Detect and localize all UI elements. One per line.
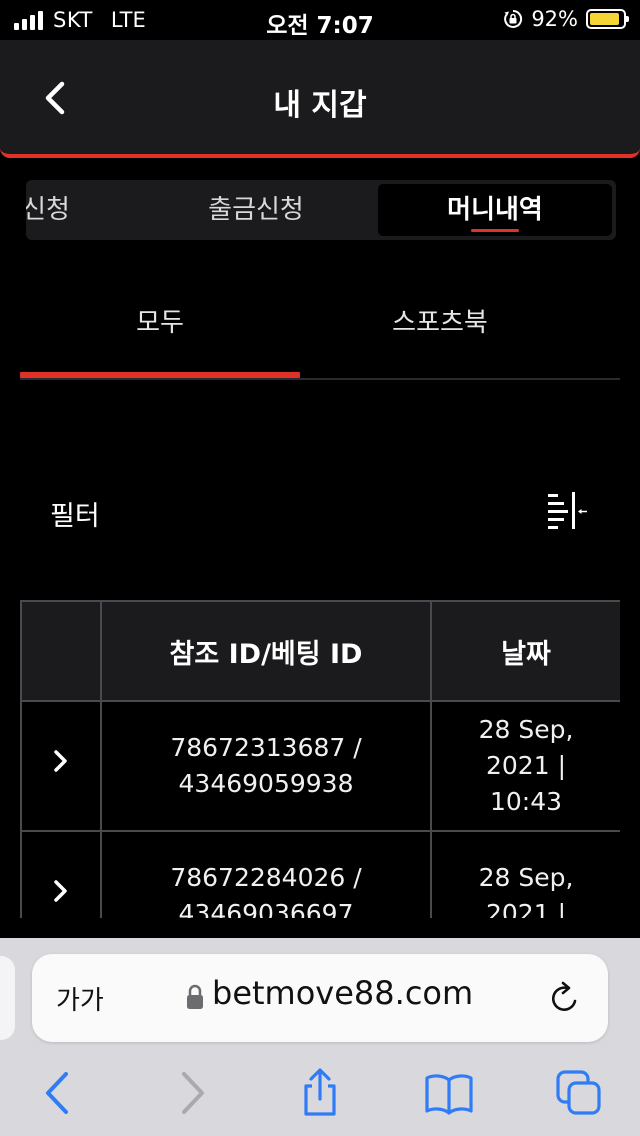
tab-deposit-request[interactable]: 신청 (26, 180, 86, 240)
date-cell: 28 Sep, 2021 | (430, 830, 620, 918)
date-year: 2021 | (486, 751, 566, 780)
date-time: 10:43 (489, 787, 563, 816)
header-expand (20, 600, 102, 702)
table-header-row: 참조 ID/베팅 ID 날짜 (20, 600, 620, 702)
bookmarks-icon[interactable] (424, 1068, 474, 1118)
reload-icon[interactable] (548, 980, 582, 1016)
date-cell: 28 Sep, 2021 | 10:43 (430, 700, 620, 832)
chevron-right-icon[interactable] (51, 747, 71, 775)
share-icon[interactable] (295, 1068, 345, 1118)
battery-percentage: 92% (531, 7, 578, 31)
battery-fill (590, 13, 620, 25)
chevron-right-icon[interactable] (51, 877, 71, 905)
status-bar: SKT LTE 오전 7:07 92% (0, 0, 640, 40)
date-day: 28 Sep, (478, 863, 574, 892)
reference-id: 78672313687 / (170, 733, 362, 762)
browser-forward-icon[interactable] (166, 1068, 216, 1118)
expand-cell[interactable] (20, 830, 102, 918)
active-tab-indicator (471, 229, 519, 232)
browser-back-icon[interactable] (34, 1068, 84, 1118)
category-tabs: 모두 스포츠북 (20, 290, 620, 380)
tab-money-history-label: 머니내역 (447, 195, 543, 225)
reference-id-cell: 78672313687 / 43469059938 (100, 700, 432, 832)
header-reference-id: 참조 ID/베팅 ID (100, 600, 432, 702)
orientation-lock-icon (504, 9, 523, 28)
date-day: 28 Sep, (478, 715, 574, 744)
page-title: 내 지갑 (273, 88, 367, 123)
address-bar[interactable]: 가가 betmove88.com (32, 954, 608, 1042)
page-header: 내 지갑 (0, 40, 640, 158)
tab-money-history[interactable]: 머니내역 (378, 184, 612, 236)
date-year: 2021 | (486, 899, 566, 918)
tab-all[interactable]: 모두 (20, 290, 300, 360)
betting-id: 43469059938 (178, 769, 354, 798)
wallet-segment-tabs: 신청 출금신청 머니내역 (26, 180, 616, 240)
url-text[interactable]: betmove88.com (212, 974, 473, 1012)
reference-id: 78672284026 / (170, 863, 362, 892)
betting-id: 43469036697 (178, 899, 354, 918)
browser-toolbar: 가가 betmove88.com (0, 938, 640, 1136)
reference-id-cell: 78672284026 / 43469036697 (100, 830, 432, 918)
table-row[interactable]: 78672284026 / 43469036697 28 Sep, 2021 | (20, 830, 620, 918)
text-size-button[interactable]: 가가 (56, 980, 104, 1017)
expand-cell[interactable] (20, 700, 102, 832)
tab-sportsbook[interactable]: 스포츠북 (300, 290, 580, 360)
previous-tab-card[interactable] (0, 956, 15, 1040)
battery-icon (586, 9, 629, 29)
tabs-icon[interactable] (554, 1068, 604, 1118)
lock-icon (187, 984, 203, 1009)
active-subtab-indicator (20, 372, 300, 378)
status-right: 92% (503, 7, 629, 31)
filter-collapse-icon[interactable] (545, 490, 589, 530)
table-row[interactable]: 78672313687 / 43469059938 28 Sep, 2021 |… (20, 700, 620, 832)
tab-withdraw-request[interactable]: 출금신청 (176, 180, 336, 240)
header-date: 날짜 (430, 600, 620, 702)
filter-label: 필터 (50, 501, 100, 532)
tabs-divider (20, 378, 620, 380)
money-history-table: 참조 ID/베팅 ID 날짜 78672313687 / 43469059938… (20, 600, 620, 918)
